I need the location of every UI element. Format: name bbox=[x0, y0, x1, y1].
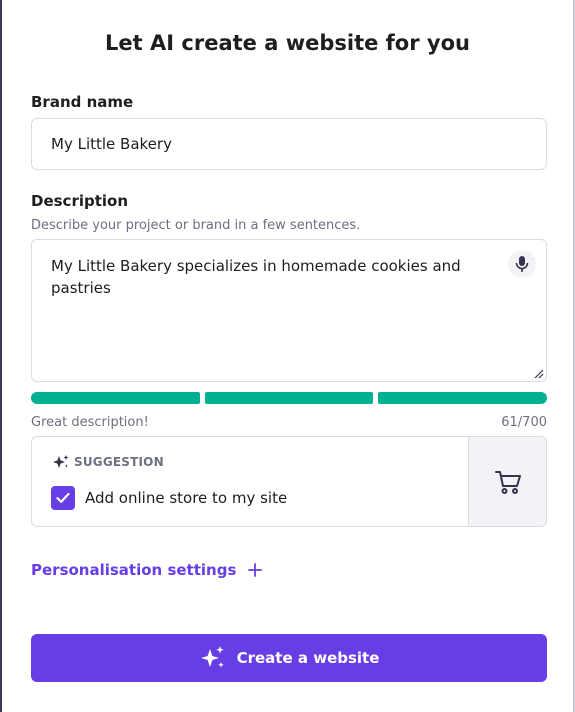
online-store-label: Add online store to my site bbox=[85, 489, 288, 507]
suggestion-tag: SUGGESTION bbox=[52, 454, 164, 470]
quality-segment bbox=[31, 392, 200, 404]
shopping-cart-icon bbox=[494, 470, 521, 494]
description-quality-text: Great description! bbox=[31, 415, 149, 430]
create-website-button[interactable]: Create a website bbox=[31, 634, 547, 682]
plus-icon bbox=[248, 563, 263, 577]
microphone-icon bbox=[515, 256, 529, 272]
quality-segment bbox=[204, 392, 374, 404]
sparkle-icon bbox=[200, 646, 224, 668]
create-website-label: Create a website bbox=[236, 649, 380, 667]
description-textarea[interactable]: My Little Bakery specializes in homemade… bbox=[32, 240, 546, 381]
brand-name-input[interactable] bbox=[31, 118, 547, 170]
brand-name-label: Brand name bbox=[31, 93, 134, 111]
resize-handle-icon[interactable] bbox=[532, 367, 544, 379]
dialog-title: Let AI create a website for you bbox=[105, 31, 470, 55]
personalisation-settings-label: Personalisation settings bbox=[31, 561, 237, 579]
description-helper: Describe your project or brand in a few … bbox=[31, 218, 361, 233]
suggestion-tag-label: SUGGESTION bbox=[74, 455, 164, 469]
description-field: My Little Bakery specializes in homemade… bbox=[31, 239, 547, 382]
cart-illustration bbox=[468, 437, 546, 526]
suggestion-card: SUGGESTION Add online store to my site bbox=[31, 436, 547, 527]
online-store-checkbox[interactable] bbox=[51, 486, 75, 510]
description-quality-meter bbox=[31, 392, 548, 406]
sparkle-icon bbox=[53, 455, 69, 468]
checkmark-icon bbox=[56, 492, 70, 503]
quality-segment bbox=[378, 392, 548, 404]
window-left-edge bbox=[0, 0, 2, 712]
description-label: Description bbox=[31, 192, 129, 210]
personalisation-settings-toggle[interactable]: Personalisation settings bbox=[31, 561, 263, 579]
microphone-button[interactable] bbox=[508, 250, 536, 278]
online-store-option[interactable]: Add online store to my site bbox=[51, 486, 287, 510]
character-counter: 61/700 bbox=[501, 415, 547, 430]
